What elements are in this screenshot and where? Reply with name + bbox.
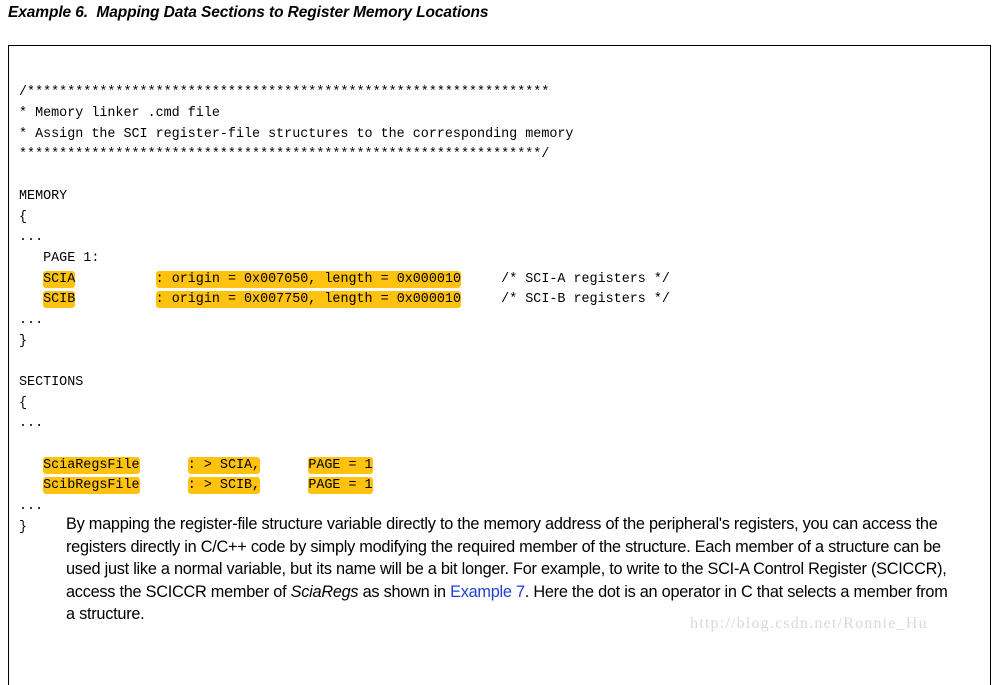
code-text: ... — [19, 312, 44, 328]
explanation-italic-term: SciaRegs — [290, 582, 359, 601]
code-line-scib-row: SCIB : origin = 0x007750, length = 0x000… — [19, 290, 670, 311]
code-line-sciaregsfile-row: SciaRegsFile : > SCIA, PAGE = 1 — [19, 456, 670, 477]
code-text: ... — [19, 416, 44, 432]
code-text: { — [19, 209, 28, 225]
code-line-memory-open: { — [19, 208, 670, 229]
code-text: /***************************************… — [19, 85, 550, 101]
code-line-comment-2: * Assign the SCI register-file structure… — [19, 125, 670, 146]
code-line-scia-row: SCIA : origin = 0x007050, length = 0x000… — [19, 270, 670, 291]
code-text: ... — [19, 499, 44, 515]
code-highlight: : origin = 0x007050, length = 0x000010 — [155, 270, 461, 288]
code-listing: /***************************************… — [19, 83, 670, 538]
code-highlight: SCIA — [43, 270, 76, 288]
code-text: * Assign the SCI register-file structure… — [19, 126, 574, 142]
code-highlight: : > SCIA, — [187, 456, 261, 474]
code-line-blank-2 — [19, 352, 670, 373]
code-line-memory-close: } — [19, 332, 670, 353]
code-text: } — [19, 333, 28, 349]
explanation-paragraph: By mapping the register-file structure v… — [66, 513, 956, 626]
example-panel: /***************************************… — [8, 45, 991, 685]
code-text: PAGE 1: — [19, 250, 100, 266]
code-line-blank-3 — [19, 435, 670, 456]
code-highlight: : origin = 0x007750, length = 0x000010 — [155, 291, 461, 309]
code-line-memory-kw: MEMORY — [19, 187, 670, 208]
code-highlight: : > SCIB, — [187, 477, 261, 495]
code-line-sections-open: { — [19, 394, 670, 415]
code-highlight: PAGE = 1 — [308, 456, 373, 474]
code-highlight: ScibRegsFile — [43, 477, 140, 495]
code-line-comment-1: * Memory linker .cmd file — [19, 104, 670, 125]
page-title: Example 6. Mapping Data Sections to Regi… — [8, 4, 489, 21]
code-line-sections-ellipsis: ... — [19, 414, 670, 435]
code-text: /* SCI-A registers */ — [460, 271, 670, 287]
code-highlight: SciaRegsFile — [43, 456, 140, 474]
example-7-link[interactable]: Example 7 — [450, 583, 525, 601]
code-text: * Memory linker .cmd file — [19, 106, 220, 122]
code-text: { — [19, 395, 28, 411]
code-line-memory-ellipsis-2: ... — [19, 311, 670, 332]
code-line-scibregsfile-row: ScibRegsFile : > SCIB, PAGE = 1 — [19, 476, 670, 497]
code-highlight: SCIB — [43, 291, 76, 309]
code-line-memory-ellipsis: ... — [19, 228, 670, 249]
explanation-text-part-2: as shown in — [358, 582, 451, 601]
code-text: SECTIONS — [19, 375, 84, 391]
code-highlight: PAGE = 1 — [308, 477, 373, 495]
code-line-sections-kw: SECTIONS — [19, 373, 670, 394]
code-line-blank-1 — [19, 166, 670, 187]
code-text: } — [19, 519, 28, 535]
code-text: /* SCI-B registers */ — [460, 292, 670, 308]
code-text: ... — [19, 230, 44, 246]
code-text: ****************************************… — [19, 147, 550, 163]
code-text: MEMORY — [19, 188, 68, 204]
code-line-comment-open: /***************************************… — [19, 83, 670, 104]
code-line-comment-close: ****************************************… — [19, 145, 670, 166]
code-line-page-1: PAGE 1: — [19, 249, 670, 270]
